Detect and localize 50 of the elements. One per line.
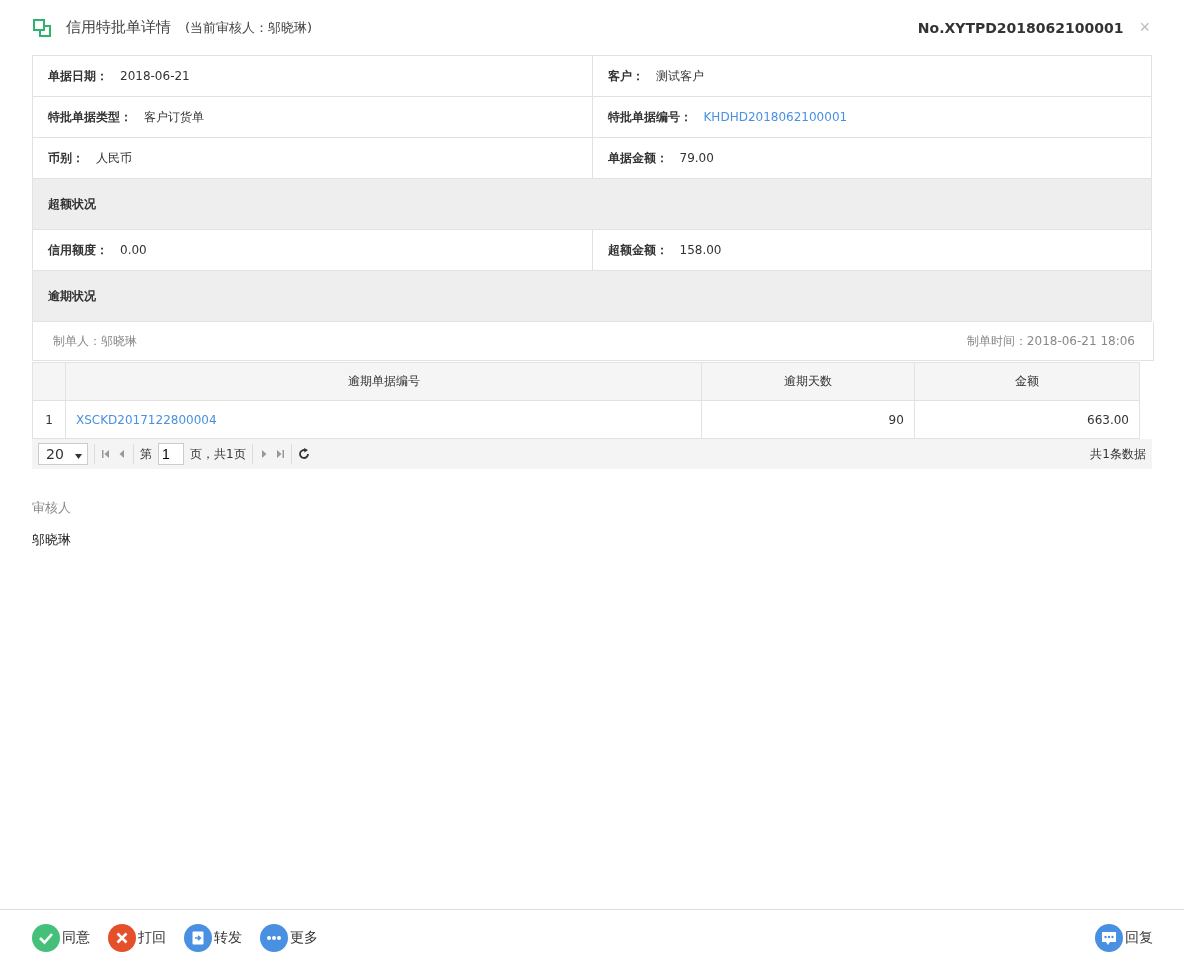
first-page-icon[interactable]: [101, 449, 111, 459]
previous-page-icon[interactable]: [117, 449, 127, 459]
action-button[interactable]: 打回: [108, 923, 166, 952]
chat-icon: [1095, 923, 1123, 952]
action-button[interactable]: 转发: [184, 923, 242, 952]
page-count: 页，共1页: [190, 445, 246, 463]
section-title: 超额状况: [48, 195, 96, 213]
check-icon: [32, 923, 60, 952]
reviewer-label: 审核人: [32, 499, 72, 517]
field-label: 特批单据编号：: [607, 108, 692, 126]
table-cell: 663.00: [914, 400, 1140, 439]
field-label: 信用额度：: [48, 241, 108, 259]
section-title: 逾期状况: [48, 287, 96, 305]
field-value: 客户订货单: [144, 108, 204, 126]
caret-icon: [75, 454, 82, 459]
document-number: No.XYTPD2018062100001: [917, 19, 1124, 36]
field-label: 超额金额：: [607, 241, 668, 259]
table-cell: 90: [701, 400, 915, 439]
column-header: 逾期单据编号: [65, 362, 702, 401]
last-page-icon[interactable]: [274, 449, 285, 459]
column-header: 金额: [914, 362, 1140, 401]
page-input[interactable]: 1: [158, 443, 184, 465]
row-number: 1: [32, 400, 66, 439]
created-time: 制单时间：2018-06-21 18:06: [966, 332, 1135, 350]
field-label: 客户：: [607, 67, 644, 85]
record-count: 共1条数据: [1090, 445, 1146, 463]
more-icon: [260, 923, 288, 952]
refresh-icon[interactable]: [297, 448, 310, 460]
reply-button[interactable]: 回复: [1095, 923, 1153, 952]
field-label: 特批单据类型：: [48, 108, 132, 126]
creator-name: 制单人：邬晓琳: [53, 332, 137, 350]
field-value: 79.00: [679, 151, 714, 165]
page-size-select[interactable]: 20: [38, 443, 88, 465]
action-button[interactable]: 同意: [32, 923, 90, 952]
cross-icon: [108, 923, 136, 952]
field-value: 0.00: [120, 243, 147, 257]
action-button[interactable]: 更多: [260, 923, 318, 952]
field-label: 币别：: [48, 149, 84, 167]
field-value: 158.00: [679, 243, 722, 257]
field-value: 测试客户: [655, 67, 704, 85]
reviewer-name: 邬晓琳: [32, 531, 72, 549]
field-label: 单据金额：: [607, 149, 668, 167]
copy-icon: [33, 18, 51, 37]
field-value: 人民币: [96, 149, 132, 167]
page-title: 信用特批单详情: [66, 18, 171, 37]
field-label: 单据日期：: [48, 67, 108, 85]
column-header: 逾期天数: [701, 362, 915, 401]
page-label: 第: [140, 445, 152, 463]
current-reviewer: (当前审核人：邬晓琳): [185, 18, 313, 37]
field-value: 2018-06-21: [120, 69, 190, 83]
